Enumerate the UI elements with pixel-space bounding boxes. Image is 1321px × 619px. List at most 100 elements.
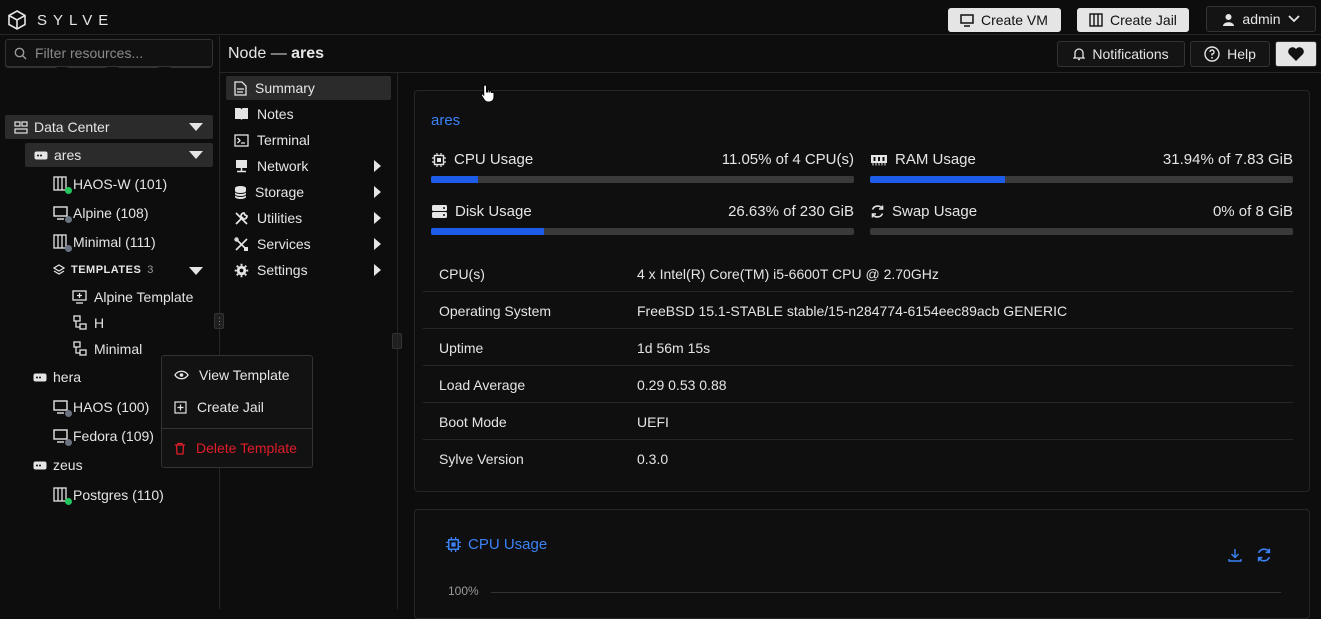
chevron-right-icon — [374, 238, 381, 250]
nav-summary[interactable]: Summary — [226, 76, 391, 100]
database-icon — [234, 185, 247, 199]
info-row: Boot Mode UEFI — [423, 403, 1293, 440]
nav-storage-label: Storage — [255, 184, 305, 200]
chevron-down-icon — [189, 267, 203, 275]
cpu-icon — [432, 152, 446, 167]
heart-icon — [1288, 47, 1304, 61]
chevron-down-icon — [189, 151, 203, 159]
cpu-usage-label: CPU Usage — [431, 151, 533, 168]
status-dot — [65, 498, 72, 505]
y-axis-tick: 100% — [448, 584, 479, 598]
create-vm-button[interactable]: Create VM — [948, 8, 1061, 32]
nav-storage[interactable]: Storage — [226, 180, 386, 204]
chart-gridline — [491, 592, 1281, 593]
info-key: Load Average — [439, 377, 526, 393]
eye-icon — [174, 370, 189, 380]
create-jail-label: Create Jail — [1110, 12, 1177, 28]
nav-utilities-label: Utilities — [257, 210, 303, 226]
server-icon — [34, 151, 48, 159]
nav-notes[interactable]: Notes — [226, 102, 386, 126]
tree-template-item[interactable]: Minimal — [72, 341, 142, 357]
info-value: FreeBSD 15.1-STABLE stable/15-n284774-61… — [637, 303, 1068, 319]
summary-panel: ares CPU Usage 11.05% of 4 CPU(s) RAM Us… — [414, 90, 1310, 492]
notifications-label: Notifications — [1092, 46, 1169, 62]
services-icon — [234, 236, 248, 251]
template-label: Alpine Template — [94, 289, 194, 305]
nav-settings[interactable]: Settings — [226, 258, 386, 282]
tree-item-label: Alpine (108) — [73, 205, 149, 221]
datacenter-label: Data Center — [34, 119, 110, 135]
filter-resources-input[interactable]: Filter resources... — [5, 39, 213, 67]
notifications-button[interactable]: Notifications — [1057, 41, 1185, 67]
plus-square-icon — [174, 400, 187, 414]
nav-network-label: Network — [257, 158, 309, 174]
chevron-down-icon — [189, 123, 203, 131]
nav-terminal-label: Terminal — [257, 132, 310, 148]
chevron-right-icon — [374, 264, 381, 276]
nav-network[interactable]: Network — [226, 154, 386, 178]
nav-summary-label: Summary — [255, 80, 315, 96]
donate-button[interactable] — [1275, 41, 1317, 67]
create-jail-item-label: Create Jail — [197, 399, 264, 415]
chevron-right-icon — [374, 160, 381, 172]
tree-item-label: Fedora (109) — [73, 428, 154, 444]
nav-notes-label: Notes — [257, 106, 294, 122]
tree-item[interactable]: Postgres (110) — [53, 487, 164, 505]
info-value: 1d 56m 15s — [637, 340, 711, 356]
cpu-chart-title-text: CPU Usage — [468, 536, 548, 553]
ram-usage-label: RAM Usage — [870, 151, 976, 168]
tree-node-zeus[interactable]: zeus — [33, 457, 83, 473]
tree-item[interactable]: HAOS-W (101) — [53, 176, 167, 194]
tree-templates-group[interactable]: TEMPLATES 3 — [53, 262, 213, 278]
monitor-icon — [53, 205, 72, 223]
tree-datacenter[interactable]: Data Center — [5, 115, 213, 139]
user-icon — [1223, 13, 1235, 26]
delete-template-item[interactable]: Delete Template — [174, 440, 297, 456]
sylve-logo-icon — [8, 10, 26, 30]
layers-icon — [53, 264, 65, 275]
nav-services-label: Services — [257, 236, 311, 252]
user-name: admin — [1242, 11, 1281, 27]
tree-node-hera[interactable]: hera — [33, 369, 81, 385]
jail-icon — [53, 487, 72, 505]
nav-services[interactable]: Services — [226, 232, 386, 256]
swap-usage-title: Swap Usage — [892, 203, 978, 220]
user-menu-button[interactable]: admin — [1206, 6, 1316, 32]
node-name: hera — [53, 369, 82, 385]
monitor-icon — [960, 13, 974, 27]
ram-usage-title: RAM Usage — [895, 151, 976, 168]
top-bar: SYLVE Create VM Create Jail admin — [0, 5, 1321, 35]
help-button[interactable]: Help — [1190, 41, 1270, 67]
chevron-right-icon — [374, 186, 381, 198]
create-jail-item[interactable]: Create Jail — [174, 399, 264, 415]
cpu-icon — [446, 537, 461, 552]
tree-item[interactable]: HAOS (100) — [53, 399, 149, 417]
disk-usage-label: Disk Usage — [431, 203, 532, 220]
info-key: Sylve Version — [439, 451, 524, 467]
tree-template-item[interactable]: Alpine Template — [72, 289, 193, 305]
tree-item[interactable]: Minimal (111) — [53, 234, 156, 252]
create-jail-button[interactable]: Create Jail — [1077, 8, 1189, 32]
delete-template-label: Delete Template — [196, 440, 297, 456]
jail-icon — [53, 176, 72, 194]
templates-label: TEMPLATES — [71, 264, 142, 276]
page-title-prefix: Node — — [228, 45, 287, 62]
tree-template-item[interactable]: H — [72, 315, 104, 331]
cpu-usage-bar-fill — [431, 176, 478, 183]
template-monitor-icon — [72, 290, 87, 304]
nav-terminal[interactable]: Terminal — [226, 128, 386, 152]
download-icon[interactable] — [1227, 547, 1243, 563]
notes-icon — [235, 108, 248, 121]
info-value: 0.29 0.53 0.88 — [637, 377, 727, 393]
tree-item[interactable]: Alpine (108) — [53, 205, 149, 223]
tree-node-ares[interactable]: ares — [25, 143, 213, 167]
refresh-icon[interactable] — [1256, 547, 1272, 563]
view-template-item[interactable]: View Template — [174, 367, 290, 383]
template-jail-icon — [73, 315, 87, 330]
nav-utilities[interactable]: Utilities — [226, 206, 386, 230]
disk-usage-bar — [431, 228, 854, 235]
tree-item[interactable]: Fedora (109) — [53, 428, 154, 446]
summary-node-name: ares — [431, 112, 461, 129]
info-row: CPU(s) 4 x Intel(R) Core(TM) i5-6600T CPU… — [423, 255, 1293, 292]
monitor-icon — [53, 428, 72, 446]
